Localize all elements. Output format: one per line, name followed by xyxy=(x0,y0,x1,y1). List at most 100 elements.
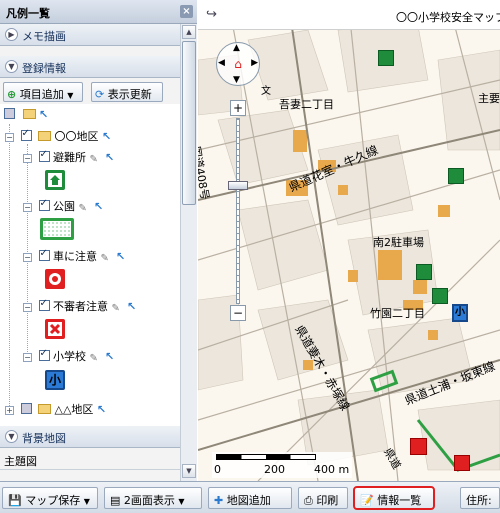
pan-up-icon[interactable]: ▲ xyxy=(233,43,240,53)
park-label: 公園 xyxy=(53,200,75,213)
pin-icon[interactable]: ↖ xyxy=(97,403,106,416)
dual-view-button[interactable]: ▤ 2画面表示 ▼ xyxy=(104,487,202,509)
suspicious-icon xyxy=(45,319,65,339)
scroll-thumb[interactable] xyxy=(182,41,196,205)
legend-toolbar: ⊕ 項目追加 ▼ ⟳ 表示更新 xyxy=(0,80,180,104)
pan-right-icon[interactable]: ▶ xyxy=(251,58,258,68)
edit-icon[interactable]: ✎ xyxy=(90,353,102,365)
place-label-takezono: 竹園二丁目 xyxy=(370,307,425,320)
zoom-out-button[interactable]: − xyxy=(230,305,246,321)
edit-icon[interactable]: ✎ xyxy=(90,154,102,166)
memo-section-header[interactable]: ▶ メモ描画 xyxy=(0,24,180,46)
zoom-slider-track[interactable] xyxy=(236,118,240,304)
add-item-button[interactable]: ⊕ 項目追加 ▼ xyxy=(3,82,83,102)
registered-section-header[interactable]: ▼ 登録情報 xyxy=(0,56,180,78)
chevron-down-icon: ▼ xyxy=(67,91,74,100)
pin-icon[interactable]: ↖ xyxy=(127,300,136,313)
school-label: 小学校 xyxy=(53,350,86,363)
pin-icon[interactable]: ↖ xyxy=(39,108,48,121)
scroll-up-icon[interactable]: ▲ xyxy=(182,25,196,39)
pan-left-icon[interactable]: ◀ xyxy=(218,58,225,68)
road-label-shu: 主要 xyxy=(478,92,500,105)
dual-view-label: 2画面表示 xyxy=(123,494,175,507)
map-view[interactable]: 吾妻二丁目 文 南2駐車場 竹園二丁目 県道花室・牛久線 県道土浦・坂東線 県道… xyxy=(198,0,500,481)
collapse-icon[interactable]: − xyxy=(5,133,14,142)
background-section-header[interactable]: ▼ 背景地図 xyxy=(0,426,180,448)
place-label-minami2: 南2駐車場 xyxy=(373,236,424,249)
info-list-button[interactable]: 📝 情報一覧 xyxy=(353,486,435,510)
collapse-icon[interactable]: − xyxy=(23,154,32,163)
add-map-label: 地図追加 xyxy=(226,494,271,507)
suspicious-checkbox[interactable] xyxy=(38,298,50,311)
evacuation-marker[interactable] xyxy=(448,168,464,184)
expand-icon[interactable]: + xyxy=(5,406,14,415)
suspicious-marker[interactable] xyxy=(410,438,427,455)
school-checkbox[interactable] xyxy=(38,348,50,361)
collapse-icon[interactable]: ▼ xyxy=(5,60,18,73)
park-checkbox[interactable] xyxy=(38,198,50,211)
tree-row-car-warning: − 車に注意 ✎ ↖ xyxy=(23,248,125,264)
evacuation-icon xyxy=(45,170,65,190)
pin-icon[interactable]: ↖ xyxy=(102,130,111,143)
background-section-label: 背景地図 xyxy=(22,432,66,445)
zoom-in-button[interactable]: + xyxy=(230,100,246,116)
place-label-agatsuma: 吾妻二丁目 xyxy=(279,98,334,111)
scroll-down-icon[interactable]: ▼ xyxy=(182,464,196,478)
add-map-button[interactable]: ✚ 地図追加 xyxy=(208,487,292,509)
evacuation-marker[interactable] xyxy=(416,264,432,280)
add-item-label: 項目追加 xyxy=(19,88,64,101)
pan-control[interactable]: ▲ ◀ ▶ ▼ ⌂ xyxy=(216,42,260,86)
collapse-icon[interactable]: − xyxy=(23,303,32,312)
pin-icon[interactable]: ↖ xyxy=(105,151,114,164)
car-warning-marker[interactable] xyxy=(454,455,470,471)
pin-icon[interactable]: ↖ xyxy=(94,200,103,213)
evacuation-label: 避難所 xyxy=(53,151,86,164)
evacuation-marker[interactable] xyxy=(378,50,394,66)
collapse-icon[interactable]: − xyxy=(23,203,32,212)
root-checkbox[interactable] xyxy=(4,108,15,119)
evacuation-checkbox[interactable] xyxy=(38,149,50,162)
tree-row-suspicious: − 不審者注意 ✎ ↖ xyxy=(23,298,136,314)
school-marker[interactable]: 小 xyxy=(452,304,468,322)
refresh-label: 表示更新 xyxy=(107,88,152,101)
refresh-icon: ⟳ xyxy=(95,88,105,101)
address-search-button[interactable]: 住所: xyxy=(460,487,500,509)
tree-row-park: − 公園 ✎ ↖ xyxy=(23,198,103,214)
print-label: 印刷 xyxy=(316,494,339,507)
area-label: 〇〇地区 xyxy=(54,130,99,143)
pan-down-icon[interactable]: ▼ xyxy=(233,75,240,85)
evacuation-marker[interactable] xyxy=(432,288,448,304)
dual-view-icon: ▤ xyxy=(110,494,121,507)
map-header: ↪ 〇〇小学校安全マップ xyxy=(198,0,500,30)
area-checkbox[interactable] xyxy=(20,128,32,141)
edit-icon[interactable]: ✎ xyxy=(112,303,124,315)
scale-end: 400 m xyxy=(314,463,350,476)
theme-section-header[interactable]: 主題図 xyxy=(0,450,180,470)
collapse-icon[interactable]: ▼ xyxy=(5,430,18,443)
car-warning-checkbox[interactable] xyxy=(38,248,50,261)
bottom-toolbar: 💾 マップ保存 ▼ ▤ 2画面表示 ▼ ✚ 地図追加 ⎙ 印刷 📝 情報一覧 住… xyxy=(0,481,500,513)
legend-scrollbar[interactable]: ▲ ▼ xyxy=(180,24,197,481)
home-icon[interactable]: ⌂ xyxy=(231,57,245,71)
info-list-label: 情報一覧 xyxy=(377,494,422,507)
close-icon[interactable]: × xyxy=(180,5,193,18)
map-save-button[interactable]: 💾 マップ保存 ▼ xyxy=(2,487,98,509)
panel-title-text: 凡例一覧 xyxy=(6,7,50,20)
zoom-slider-thumb[interactable] xyxy=(228,181,248,190)
collapse-icon[interactable]: − xyxy=(23,253,32,262)
chevron-down-icon: ▼ xyxy=(83,497,90,506)
collapse-icon[interactable]: − xyxy=(23,353,32,362)
share-icon[interactable]: ↪ xyxy=(206,7,217,22)
legend-panel: 凡例一覧 × ▶ メモ描画 ▼ 登録情報 ⊕ 項目追加 ▼ ⟳ 表示更新 ↖ −… xyxy=(0,0,197,481)
pin-icon[interactable]: ↖ xyxy=(116,250,125,263)
chevron-down-icon: ▼ xyxy=(178,497,185,506)
print-button[interactable]: ⎙ 印刷 xyxy=(298,487,348,509)
refresh-button[interactable]: ⟳ 表示更新 xyxy=(91,82,163,102)
evacuation-symbol xyxy=(48,173,62,187)
pin-icon[interactable]: ↖ xyxy=(105,350,114,363)
edit-icon[interactable]: ✎ xyxy=(79,203,91,215)
other-area-checkbox[interactable] xyxy=(20,403,32,414)
tree-row-school: − 小学校 ✎ ↖ xyxy=(23,348,114,364)
expand-icon[interactable]: ▶ xyxy=(5,28,18,41)
edit-icon[interactable]: ✎ xyxy=(101,253,113,265)
